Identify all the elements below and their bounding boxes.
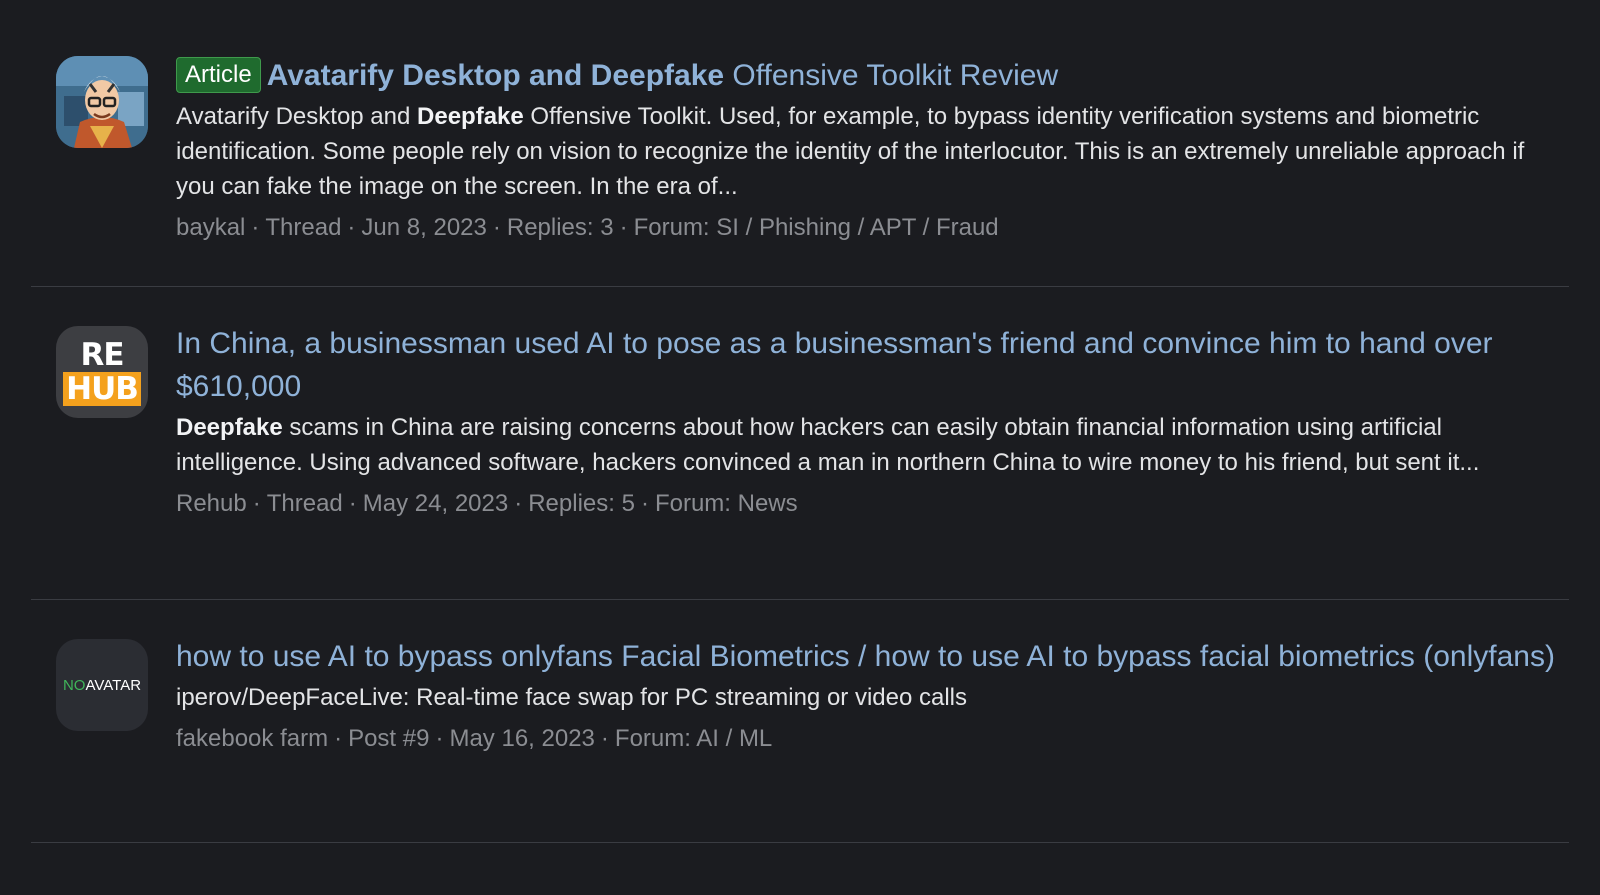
forum-link[interactable]: Forum: SI / Phishing / APT / Fraud [634, 214, 999, 241]
snippet-text: scams in China are raising concerns abou… [176, 414, 1480, 476]
result-meta: Rehub · Thread · May 24, 2023 · Replies: 5 · For… [176, 486, 1556, 521]
meta-separator: · [348, 490, 357, 517]
result-snippet: Avatarify Desktop and Deepfake Offensive… [176, 99, 1556, 204]
meta-separator: · [619, 214, 628, 241]
post-date[interactable]: Jun 8, 2023 [361, 214, 486, 241]
search-results-list: Article Avatarify Desktop and Deepfake Of… [0, 0, 1600, 895]
forum-link[interactable]: Forum: News [655, 490, 798, 517]
meta-separator: · [640, 490, 649, 517]
result-content: Article Avatarify Desktop and Deepfake Of… [176, 54, 1556, 245]
cartoon-avatar-icon [56, 56, 148, 148]
author-link[interactable]: Rehub [176, 490, 247, 517]
snippet-keyword: Deepfake [417, 103, 524, 130]
result-meta: baykal · Thread · Jun 8, 2023 · Replies: 3 · For… [176, 210, 1556, 245]
result-content: how to use AI to bypass onlyfans Facial … [176, 635, 1556, 756]
avatar[interactable]: RE HUB [56, 326, 148, 418]
title-highlight: Avatarify Desktop and Deepfake [266, 59, 725, 92]
author-link[interactable]: fakebook farm [176, 725, 328, 752]
meta-separator: · [435, 725, 444, 752]
result-title-link[interactable]: Article Avatarify Desktop and Deepfake Of… [176, 54, 1556, 97]
content-type: Thread [265, 214, 342, 241]
forum-link[interactable]: Forum: AI / ML [615, 725, 772, 752]
meta-separator: · [600, 725, 609, 752]
article-badge: Article [176, 57, 261, 93]
post-number[interactable]: Post #9 [348, 725, 429, 752]
post-date[interactable]: May 16, 2023 [449, 725, 594, 752]
avatar-text-no: NO [62, 676, 86, 694]
result-meta: fakebook farm · Post #9 · May 16, 2023 · Forum… [176, 721, 1556, 756]
result-snippet: iperov/DeepFaceLive: Real-time face swap… [176, 684, 968, 711]
meta-separator: · [514, 490, 523, 517]
avatar-text-top: RE [80, 337, 124, 373]
snippet-keyword: Deepfake [176, 414, 283, 441]
snippet-text: Avatarify Desktop and [176, 103, 418, 130]
meta-separator: · [334, 725, 343, 752]
content-type: Thread [266, 490, 343, 517]
avatar[interactable]: NO AVATAR [56, 639, 148, 731]
author-link[interactable]: baykal [176, 214, 245, 241]
reply-count: Replies: 3 [506, 214, 614, 241]
result-title-link[interactable]: In China, a businessman used AI to pose … [176, 322, 1556, 408]
meta-separator: · [492, 214, 501, 241]
result-content: In China, a businessman used AI to pose … [176, 322, 1556, 521]
divider [31, 842, 1569, 843]
avatar-text: AVATAR [85, 676, 142, 694]
divider [31, 599, 1569, 600]
title-rest: Offensive Toolkit Review [724, 59, 1059, 92]
avatar-text-bottom: HUB [63, 372, 141, 406]
result-title-link[interactable]: how to use AI to bypass onlyfans Facial … [176, 635, 1556, 678]
avatar[interactable] [56, 56, 148, 148]
meta-separator: · [251, 214, 260, 241]
reply-count: Replies: 5 [528, 490, 635, 517]
post-date[interactable]: May 24, 2023 [363, 490, 508, 517]
result-snippet: Deepfake scams in China are raising conc… [176, 410, 1556, 480]
divider [31, 286, 1569, 287]
meta-separator: · [252, 490, 261, 517]
meta-separator: · [347, 214, 356, 241]
